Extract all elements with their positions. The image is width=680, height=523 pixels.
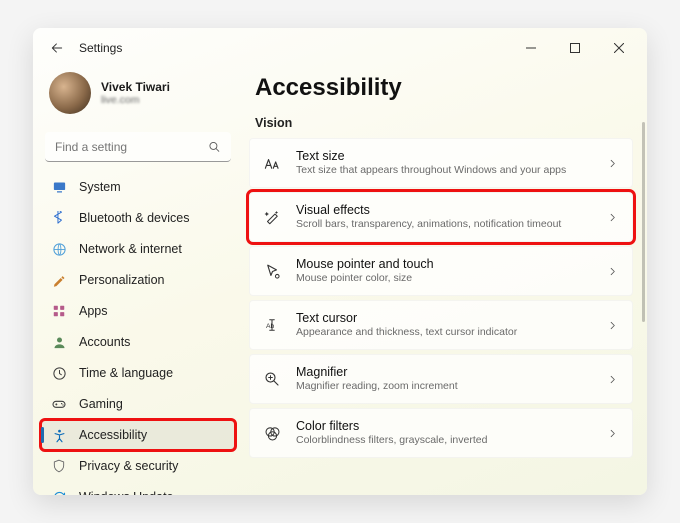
accounts-icon xyxy=(51,334,67,350)
sidebar-item-label: Privacy & security xyxy=(79,459,178,473)
sidebar-item-privacy[interactable]: Privacy & security xyxy=(41,451,235,481)
card-title: Text cursor xyxy=(296,310,593,326)
svg-text:Ab: Ab xyxy=(266,323,275,330)
card-mouse[interactable]: Mouse pointer and touch Mouse pointer co… xyxy=(249,246,633,296)
profile-email: live.com xyxy=(101,94,170,106)
card-list: Text size Text size that appears through… xyxy=(249,138,633,458)
search-input[interactable] xyxy=(45,132,231,162)
card-subtitle: Appearance and thickness, text cursor in… xyxy=(296,326,593,340)
card-title: Mouse pointer and touch xyxy=(296,256,593,272)
card-subtitle: Text size that appears throughout Window… xyxy=(296,164,593,178)
privacy-icon xyxy=(51,458,67,474)
apps-icon xyxy=(51,303,67,319)
card-text-size[interactable]: Text size Text size that appears through… xyxy=(249,138,633,188)
window-title: Settings xyxy=(79,41,122,55)
maximize-icon xyxy=(570,43,580,53)
sidebar-item-label: Gaming xyxy=(79,397,123,411)
sidebar-item-label: Network & internet xyxy=(79,242,182,256)
sidebar-item-time[interactable]: Time & language xyxy=(41,358,235,388)
update-icon xyxy=(51,489,67,495)
sidebar-item-label: Accessibility xyxy=(79,428,147,442)
card-effects[interactable]: Visual effects Scroll bars, transparency… xyxy=(249,192,633,242)
nav-list: System Bluetooth & devices Network & int… xyxy=(41,172,235,495)
bluetooth-icon xyxy=(51,210,67,226)
cursor-icon: Ab xyxy=(262,315,282,335)
effects-icon xyxy=(262,207,282,227)
window-controls xyxy=(509,32,641,64)
profile-block[interactable]: Vivek Tiwari live.com xyxy=(41,68,235,126)
settings-window: Settings Vivek Tiwari live.com xyxy=(33,28,647,495)
text-size-icon xyxy=(262,153,282,173)
close-icon xyxy=(614,43,624,53)
chevron-right-icon xyxy=(607,428,618,439)
maximize-button[interactable] xyxy=(553,32,597,64)
card-text: Visual effects Scroll bars, transparency… xyxy=(296,202,593,232)
card-filters[interactable]: Color filters Colorblindness filters, gr… xyxy=(249,408,633,458)
mouse-icon xyxy=(262,261,282,281)
sidebar-item-personalize[interactable]: Personalization xyxy=(41,265,235,295)
magnifier-icon xyxy=(262,369,282,389)
chevron-right-icon xyxy=(607,320,618,331)
sidebar-item-label: System xyxy=(79,180,121,194)
sidebar-item-gaming[interactable]: Gaming xyxy=(41,389,235,419)
minimize-button[interactable] xyxy=(509,32,553,64)
card-title: Color filters xyxy=(296,418,593,434)
card-title: Text size xyxy=(296,148,593,164)
sidebar-item-bluetooth[interactable]: Bluetooth & devices xyxy=(41,203,235,233)
scrollbar[interactable] xyxy=(642,122,645,322)
profile-name: Vivek Tiwari xyxy=(101,80,170,94)
card-text: Text cursor Appearance and thickness, te… xyxy=(296,310,593,340)
close-button[interactable] xyxy=(597,32,641,64)
card-title: Visual effects xyxy=(296,202,593,218)
network-icon xyxy=(51,241,67,257)
sidebar-item-label: Accounts xyxy=(79,335,130,349)
chevron-right-icon xyxy=(607,266,618,277)
card-title: Magnifier xyxy=(296,364,593,380)
main-panel: Accessibility Vision Text size Text size… xyxy=(243,68,647,495)
card-text: Mouse pointer and touch Mouse pointer co… xyxy=(296,256,593,286)
sidebar-item-network[interactable]: Network & internet xyxy=(41,234,235,264)
sidebar-item-system[interactable]: System xyxy=(41,172,235,202)
card-cursor[interactable]: Ab Text cursor Appearance and thickness,… xyxy=(249,300,633,350)
time-icon xyxy=(51,365,67,381)
titlebar: Settings xyxy=(33,28,647,68)
personalize-icon xyxy=(51,272,67,288)
chevron-right-icon xyxy=(607,212,618,223)
chevron-right-icon xyxy=(607,158,618,169)
card-subtitle: Colorblindness filters, grayscale, inver… xyxy=(296,434,593,448)
minimize-icon xyxy=(526,43,536,53)
card-subtitle: Scroll bars, transparency, animations, n… xyxy=(296,218,593,232)
search-icon xyxy=(208,141,221,154)
avatar xyxy=(49,72,91,114)
gaming-icon xyxy=(51,396,67,412)
sidebar-item-label: Windows Update xyxy=(79,490,174,495)
card-magnifier[interactable]: Magnifier Magnifier reading, zoom increm… xyxy=(249,354,633,404)
accessibility-icon xyxy=(51,427,67,443)
section-label: Vision xyxy=(255,116,633,130)
filters-icon xyxy=(262,423,282,443)
card-text: Text size Text size that appears through… xyxy=(296,148,593,178)
card-subtitle: Mouse pointer color, size xyxy=(296,272,593,286)
sidebar-item-label: Personalization xyxy=(79,273,164,287)
sidebar-item-accounts[interactable]: Accounts xyxy=(41,327,235,357)
card-subtitle: Magnifier reading, zoom increment xyxy=(296,380,593,394)
sidebar-item-update[interactable]: Windows Update xyxy=(41,482,235,495)
back-button[interactable] xyxy=(39,30,75,66)
chevron-right-icon xyxy=(607,374,618,385)
sidebar-item-label: Apps xyxy=(79,304,108,318)
sidebar-item-accessibility[interactable]: Accessibility xyxy=(41,420,235,450)
arrow-left-icon xyxy=(50,41,64,55)
page-title: Accessibility xyxy=(255,74,633,102)
system-icon xyxy=(51,179,67,195)
sidebar-item-label: Time & language xyxy=(79,366,173,380)
sidebar-item-label: Bluetooth & devices xyxy=(79,211,190,225)
card-text: Color filters Colorblindness filters, gr… xyxy=(296,418,593,448)
sidebar: Vivek Tiwari live.com System Bluetooth &… xyxy=(33,68,243,495)
card-text: Magnifier Magnifier reading, zoom increm… xyxy=(296,364,593,394)
search-container xyxy=(45,132,231,162)
sidebar-item-apps[interactable]: Apps xyxy=(41,296,235,326)
